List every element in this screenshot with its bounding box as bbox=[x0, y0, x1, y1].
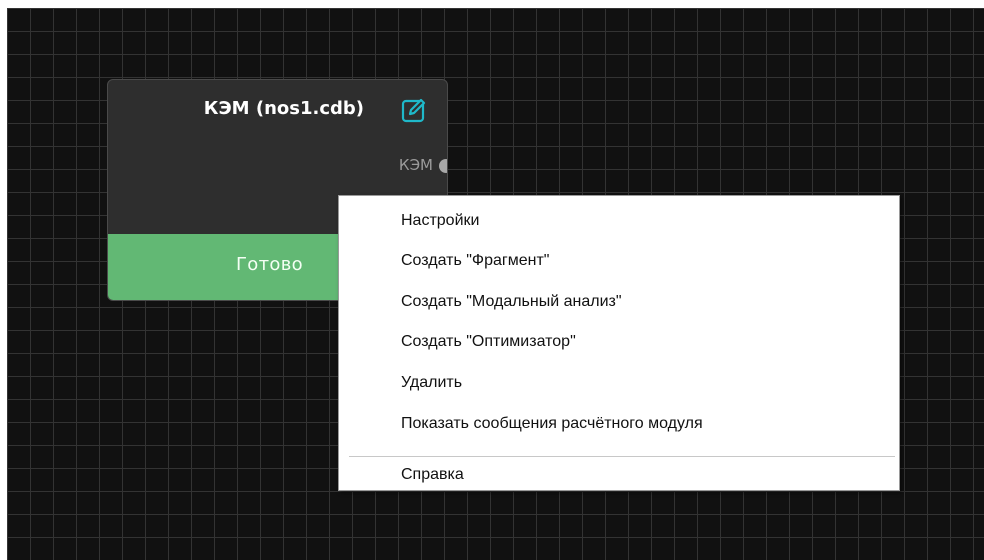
menu-item-create-modal-analysis[interactable]: Создать "Модальный анализ" bbox=[401, 293, 622, 311]
edit-icon[interactable] bbox=[400, 96, 428, 124]
output-port-label: КЭМ bbox=[398, 156, 433, 174]
node-status-text: Готово bbox=[236, 254, 303, 275]
context-menu: Настройки Создать "Фрагмент" Создать "Мо… bbox=[338, 195, 900, 491]
menu-separator bbox=[349, 456, 895, 457]
menu-item-create-fragment[interactable]: Создать "Фрагмент" bbox=[401, 252, 549, 270]
node-title: КЭМ (nos1.cdb) bbox=[203, 98, 364, 119]
node-editor-canvas[interactable]: КЭМ (nos1.cdb) КЭМ Готово Настройки Созд… bbox=[7, 8, 984, 560]
menu-item-settings[interactable]: Настройки bbox=[401, 212, 479, 230]
output-port-connector[interactable] bbox=[439, 159, 447, 173]
menu-item-create-optimizer[interactable]: Создать "Оптимизатор" bbox=[401, 333, 576, 351]
menu-item-delete[interactable]: Удалить bbox=[401, 374, 462, 392]
menu-item-show-solver-messages[interactable]: Показать сообщения расчётного модуля bbox=[401, 415, 703, 433]
menu-item-help[interactable]: Справка bbox=[401, 466, 464, 484]
